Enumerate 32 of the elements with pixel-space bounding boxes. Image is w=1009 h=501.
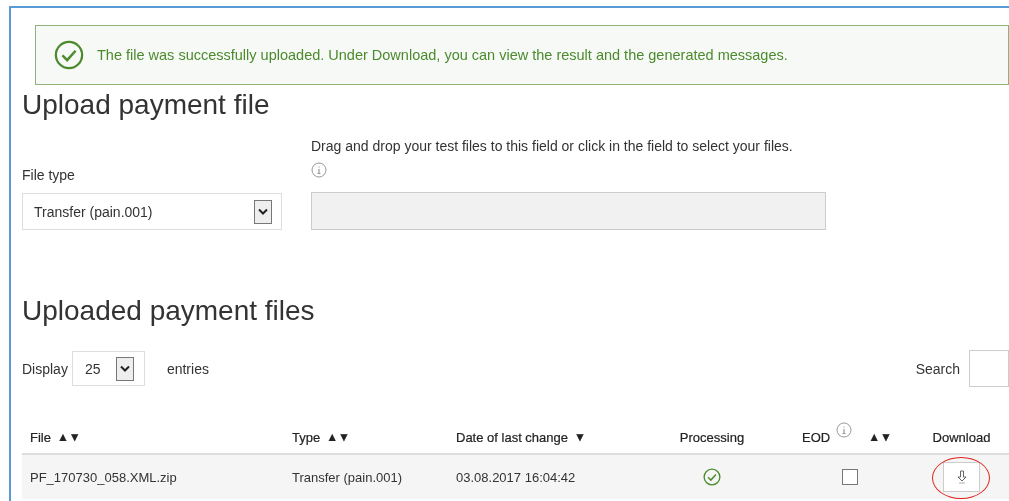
section-heading: Uploaded payment files bbox=[22, 294, 315, 328]
info-icon[interactable] bbox=[311, 162, 327, 178]
info-icon[interactable] bbox=[836, 422, 853, 438]
download-button[interactable] bbox=[943, 462, 980, 492]
field-label: File type bbox=[22, 166, 76, 184]
entries-select[interactable]: 25 bbox=[71, 351, 145, 386]
check-circle-icon bbox=[54, 40, 84, 70]
search-field[interactable] bbox=[969, 350, 1009, 387]
file-drop-zone[interactable] bbox=[311, 192, 826, 230]
sort-arrows[interactable]: ▲▼ bbox=[868, 430, 892, 444]
column-header[interactable]: Date of last change bbox=[456, 429, 569, 445]
field-label: Search bbox=[915, 360, 960, 377]
check-circle-icon bbox=[703, 468, 721, 486]
sort-arrows[interactable]: ▲▼ bbox=[56, 430, 81, 444]
section-heading: Upload payment file bbox=[22, 88, 270, 122]
dropzone-hint: Drag and drop your test files to this field or click in the field to select your files. bbox=[311, 137, 793, 156]
column-header: Processing bbox=[679, 429, 745, 445]
sort-arrows[interactable]: ▼ bbox=[574, 430, 586, 444]
column-header[interactable]: Type bbox=[292, 429, 321, 445]
sort-arrows[interactable]: ▲▼ bbox=[326, 430, 350, 444]
field-label: Display bbox=[22, 360, 68, 377]
table-cell: Transfer (pain.001) bbox=[292, 469, 403, 485]
alert-message: The file was successfully uploaded. Under Download, you can view the result and the generated messages. bbox=[97, 47, 788, 63]
field-label: entries bbox=[166, 360, 209, 377]
file-type-select[interactable]: Transfer (pain.001) bbox=[22, 193, 282, 230]
table-cell: 03.08.2017 16:04:42 bbox=[456, 469, 576, 485]
download-icon bbox=[956, 470, 967, 484]
eod-checkbox[interactable] bbox=[842, 469, 858, 485]
table-cell: PF_170730_058.XML.zip bbox=[30, 469, 177, 485]
column-header[interactable]: File bbox=[30, 429, 51, 445]
column-header[interactable]: EOD bbox=[802, 429, 831, 445]
column-header: Download bbox=[932, 429, 991, 445]
